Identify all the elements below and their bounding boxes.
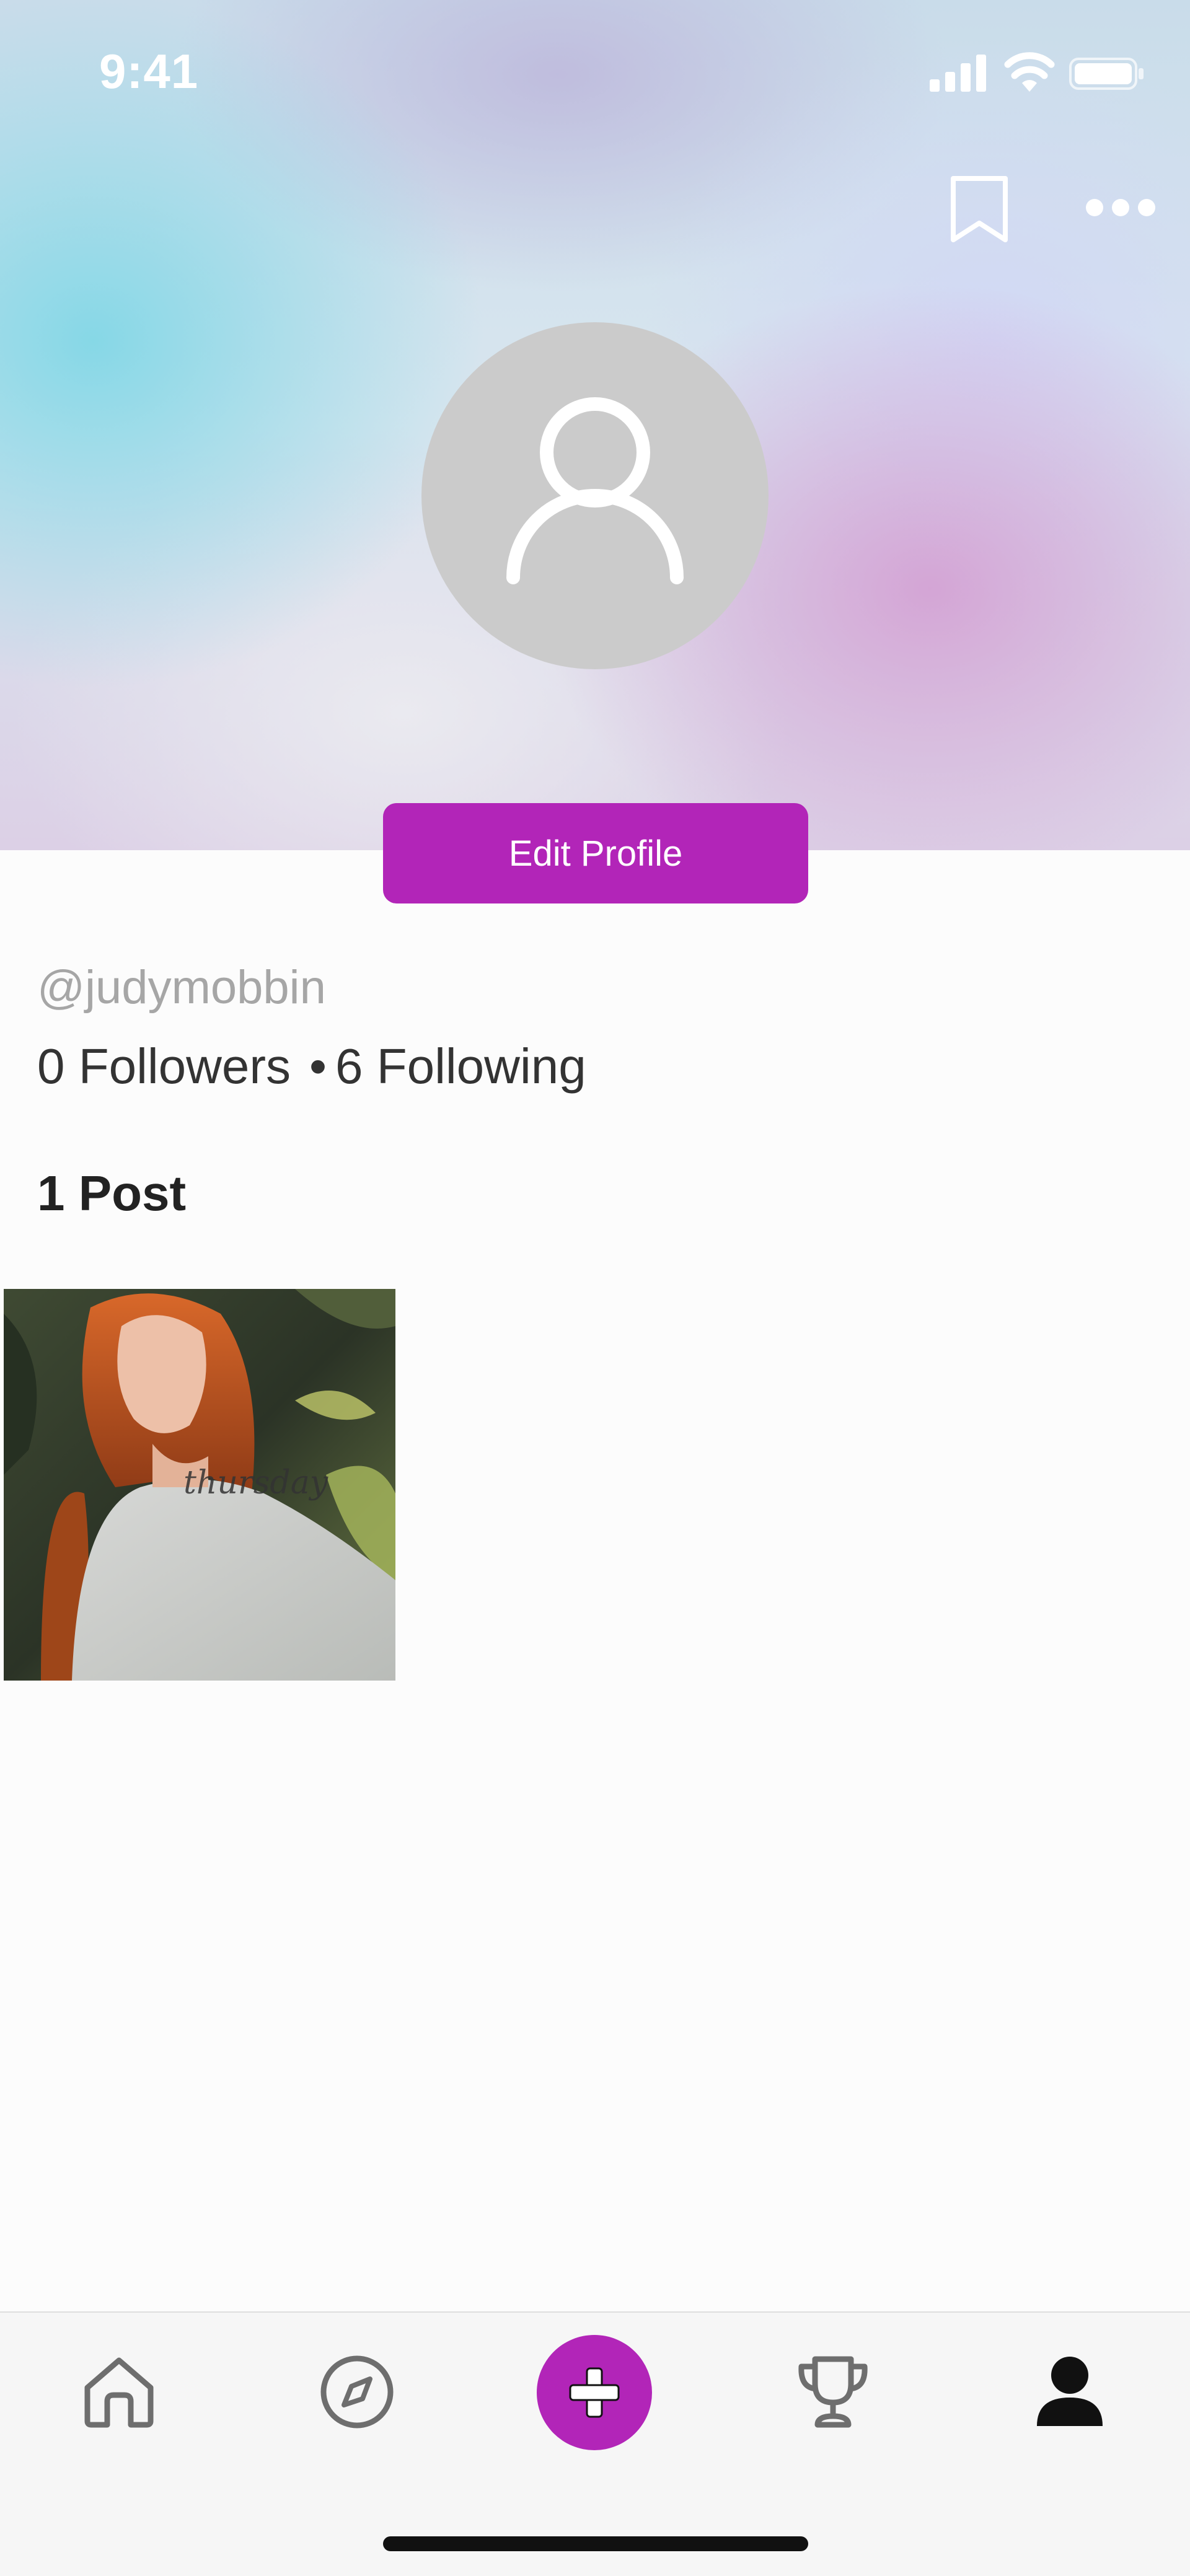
tab-home[interactable] <box>76 2349 162 2435</box>
profile-icon <box>1037 2357 1103 2426</box>
plus-icon <box>569 2367 620 2418</box>
more-options-button[interactable] <box>1083 192 1158 223</box>
home-icon <box>84 2357 154 2428</box>
stats-separator: • <box>309 1039 327 1094</box>
follow-stats: 0 Followers • 6 Following <box>37 1038 586 1095</box>
post-photo: thursday <box>4 1289 395 1681</box>
tab-profile[interactable] <box>1026 2349 1113 2435</box>
more-horizontal-icon <box>1086 199 1155 216</box>
bookmark-icon <box>951 176 1008 242</box>
post-thumbnail[interactable]: thursday <box>4 1289 395 1681</box>
following-count-link[interactable]: 6 Following <box>335 1039 586 1094</box>
edit-profile-button[interactable]: Edit Profile <box>383 803 808 903</box>
trophy-icon <box>798 2356 868 2428</box>
compass-icon <box>320 2355 394 2429</box>
bookmark-button[interactable] <box>948 174 1010 245</box>
user-placeholder-icon <box>506 397 684 584</box>
status-bar: 9:41 <box>0 0 1190 143</box>
wifi-icon <box>1004 52 1055 92</box>
tab-challenges[interactable] <box>790 2349 876 2435</box>
profile-avatar[interactable] <box>421 322 769 669</box>
battery-icon <box>1069 58 1144 90</box>
profile-screen: 9:41 Edit Profile @judymobbin 0 Follower… <box>0 0 1190 2576</box>
post-caption-script: thursday <box>183 1464 328 1501</box>
profile-username: @judymobbin <box>37 961 326 1014</box>
status-time: 9:41 <box>99 44 199 99</box>
tab-create-post[interactable] <box>537 2335 652 2450</box>
followers-count-link[interactable]: 0 Followers <box>37 1039 291 1094</box>
cellular-signal-icon <box>930 55 986 92</box>
posts-count-heading: 1 Post <box>37 1166 187 1221</box>
home-indicator[interactable] <box>383 2536 808 2551</box>
tab-explore[interactable] <box>314 2349 400 2435</box>
